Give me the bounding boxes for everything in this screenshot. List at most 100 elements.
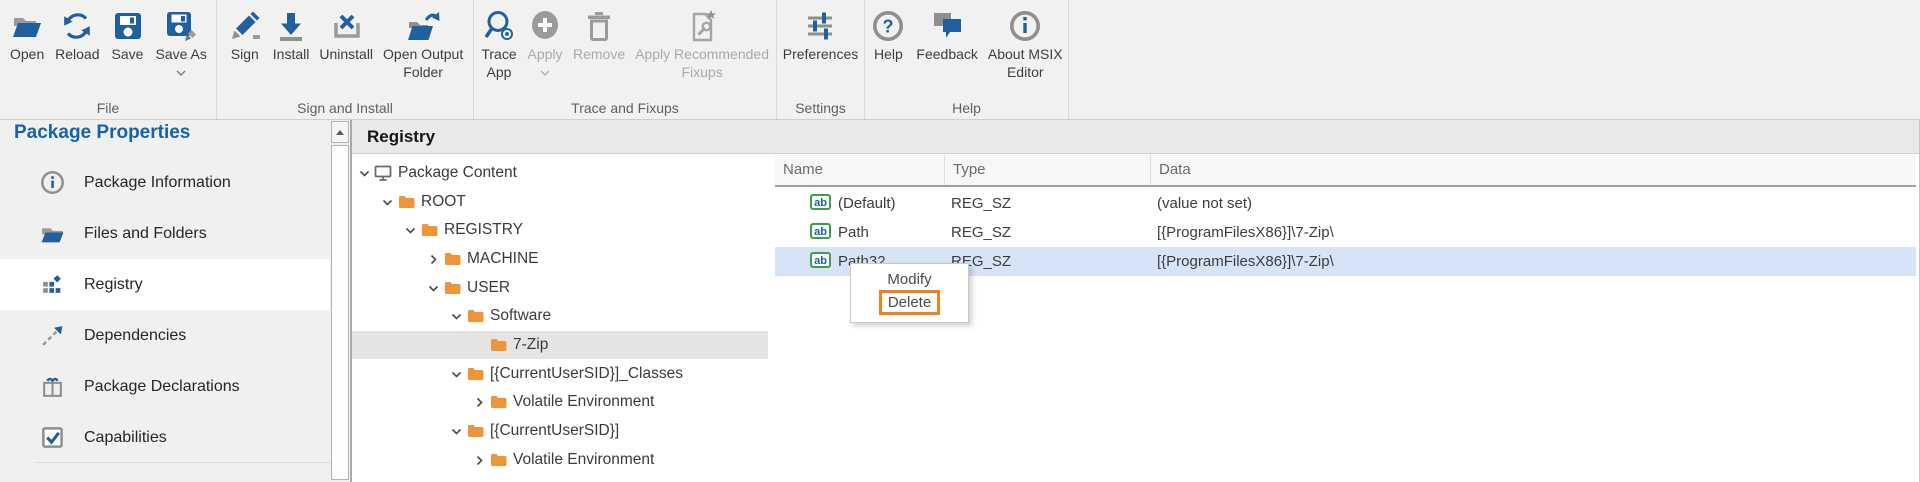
button-label: Apply Recommended (635, 46, 769, 62)
sidebar-item-registry[interactable]: Registry (0, 259, 330, 310)
sidebar-item-package-information[interactable]: Package Information (0, 157, 330, 208)
sidebar-item-capabilities[interactable]: Capabilities (0, 412, 330, 463)
output-folder-icon (405, 8, 441, 44)
help-question-icon: ? (870, 8, 906, 44)
tree-item-label: Volatile Environment (513, 451, 654, 469)
tree-item-7-zip[interactable]: 7-Zip (352, 331, 768, 359)
sidebar-item-label: Dependencies (84, 327, 186, 345)
value-type-cell: REG_SZ (945, 253, 1151, 270)
column-header-data[interactable]: Data (1151, 155, 1916, 185)
ribbon: Open Reload Save Save As (0, 0, 1920, 120)
remove-button[interactable]: Remove (570, 8, 628, 62)
sidebar-items: Package Information Files and Folders Re… (0, 157, 330, 463)
sidebar-package-properties: Package Properties Package Information F… (0, 120, 330, 482)
uninstall-x-icon (328, 8, 364, 44)
gift-box-icon (40, 374, 65, 399)
folder-icon (443, 252, 461, 266)
table-row[interactable]: ab Path REG_SZ [{ProgramFilesX86}]\7-Zip… (775, 218, 1916, 247)
install-button[interactable]: Install (270, 8, 313, 62)
apply-button[interactable]: Apply (524, 8, 566, 70)
save-as-button[interactable]: Save As (153, 8, 210, 70)
scrollbar-up-arrow-button[interactable] (331, 121, 349, 143)
chevron-down-icon[interactable] (449, 311, 463, 322)
context-menu: Modify Delete (850, 263, 969, 323)
table-row[interactable]: ab (Default) REG_SZ (value not set) (775, 189, 1916, 218)
column-header-name[interactable]: Name (775, 155, 945, 185)
save-button[interactable]: Save (107, 8, 149, 62)
sidebar-item-package-declarations[interactable]: Package Declarations (0, 361, 330, 412)
button-label: Apply (527, 46, 562, 62)
context-menu-delete-highlight[interactable]: Delete (879, 290, 940, 315)
tree-item-currentusersid[interactable]: [{CurrentUserSID}] (352, 417, 619, 445)
folder-icon (443, 281, 461, 295)
save-icon (110, 8, 146, 44)
chevron-right-icon[interactable] (426, 254, 440, 265)
value-type-cell: REG_SZ (945, 224, 1151, 241)
sidebar-divider (35, 462, 330, 463)
page-title: Registry (367, 127, 435, 147)
tree-item-machine[interactable]: MACHINE (352, 245, 538, 273)
sidebar-item-dependencies[interactable]: Dependencies (0, 310, 330, 361)
tree-item-label: [{CurrentUserSID}]_Classes (490, 365, 683, 383)
svg-text:ab: ab (814, 226, 827, 238)
preferences-button[interactable]: Preferences (780, 8, 861, 62)
chevron-down-icon (176, 63, 186, 70)
uninstall-button[interactable]: Uninstall (316, 8, 376, 62)
reload-button[interactable]: Reload (52, 8, 102, 62)
feedback-button[interactable]: Feedback (913, 8, 980, 62)
chevron-right-icon[interactable] (472, 455, 486, 466)
tree-item-software[interactable]: Software (352, 302, 551, 330)
chevron-down-icon[interactable] (380, 197, 394, 208)
chevron-down-icon[interactable] (449, 369, 463, 380)
apply-plus-icon (527, 8, 563, 44)
apply-recommended-fixups-button[interactable]: Apply Recommended Fixups (632, 8, 772, 80)
button-label: About MSIX (988, 46, 1063, 62)
chevron-down-icon[interactable] (403, 225, 417, 236)
button-label: Fixups (681, 64, 722, 80)
group-label-sign-and-install: Sign and Install (217, 100, 473, 116)
trace-magnifier-icon (481, 8, 517, 44)
button-label: Editor (1007, 64, 1044, 80)
sidebar-item-files-and-folders[interactable]: Files and Folders (0, 208, 330, 259)
open-output-folder-button[interactable]: Open Output Folder (380, 8, 466, 80)
chevron-down-icon[interactable] (357, 168, 371, 179)
feedback-bubbles-icon (929, 8, 965, 44)
reg-sz-icon: ab (810, 223, 831, 243)
tree-item-label: [{CurrentUserSID}] (490, 422, 619, 440)
scrollbar-thumb[interactable] (331, 145, 349, 480)
sidebar-item-label: Capabilities (84, 429, 167, 447)
sidebar-scrollbar[interactable] (330, 120, 352, 482)
registry-blocks-icon (40, 272, 65, 297)
svg-text:?: ? (883, 17, 894, 37)
button-label: Trace (481, 46, 516, 62)
info-circle-icon (40, 170, 65, 195)
tree-item-root[interactable]: ROOT (352, 188, 466, 216)
context-menu-item-modify[interactable]: Modify (887, 271, 931, 288)
trace-app-button[interactable]: Trace App (478, 8, 520, 80)
tree-item-package-content[interactable]: Package Content (352, 159, 517, 187)
open-button[interactable]: Open (6, 8, 48, 62)
tree-item-label: MACHINE (467, 250, 538, 268)
button-label: Open Output (383, 46, 463, 62)
button-label: Feedback (916, 46, 977, 62)
value-data-cell: (value not set) (1151, 195, 1916, 212)
reg-sz-icon: ab (810, 252, 831, 272)
chevron-down-icon[interactable] (426, 283, 440, 294)
tree-item-registry[interactable]: REGISTRY (352, 216, 523, 244)
sign-button[interactable]: Sign (224, 8, 266, 62)
column-header-type[interactable]: Type (945, 155, 1151, 185)
about-msix-editor-button[interactable]: About MSIX Editor (985, 8, 1066, 80)
tree-item-currentusersid-classes[interactable]: [{CurrentUserSID}]_Classes (352, 360, 683, 388)
folder-icon (466, 309, 484, 323)
tree-item-volatile-environment[interactable]: Volatile Environment (352, 446, 654, 474)
ribbon-group-file: Open Reload Save Save As (0, 0, 217, 119)
monitor-icon (374, 165, 392, 182)
svg-text:ab: ab (814, 255, 827, 267)
context-menu-item-delete[interactable]: Delete (879, 290, 940, 315)
chevron-right-icon[interactable] (472, 397, 486, 408)
tree-item-user[interactable]: USER (352, 274, 510, 302)
dependency-arrow-icon (40, 323, 65, 348)
help-button[interactable]: ? Help (867, 8, 909, 62)
chevron-down-icon[interactable] (449, 426, 463, 437)
tree-item-volatile-environment[interactable]: Volatile Environment (352, 388, 654, 416)
